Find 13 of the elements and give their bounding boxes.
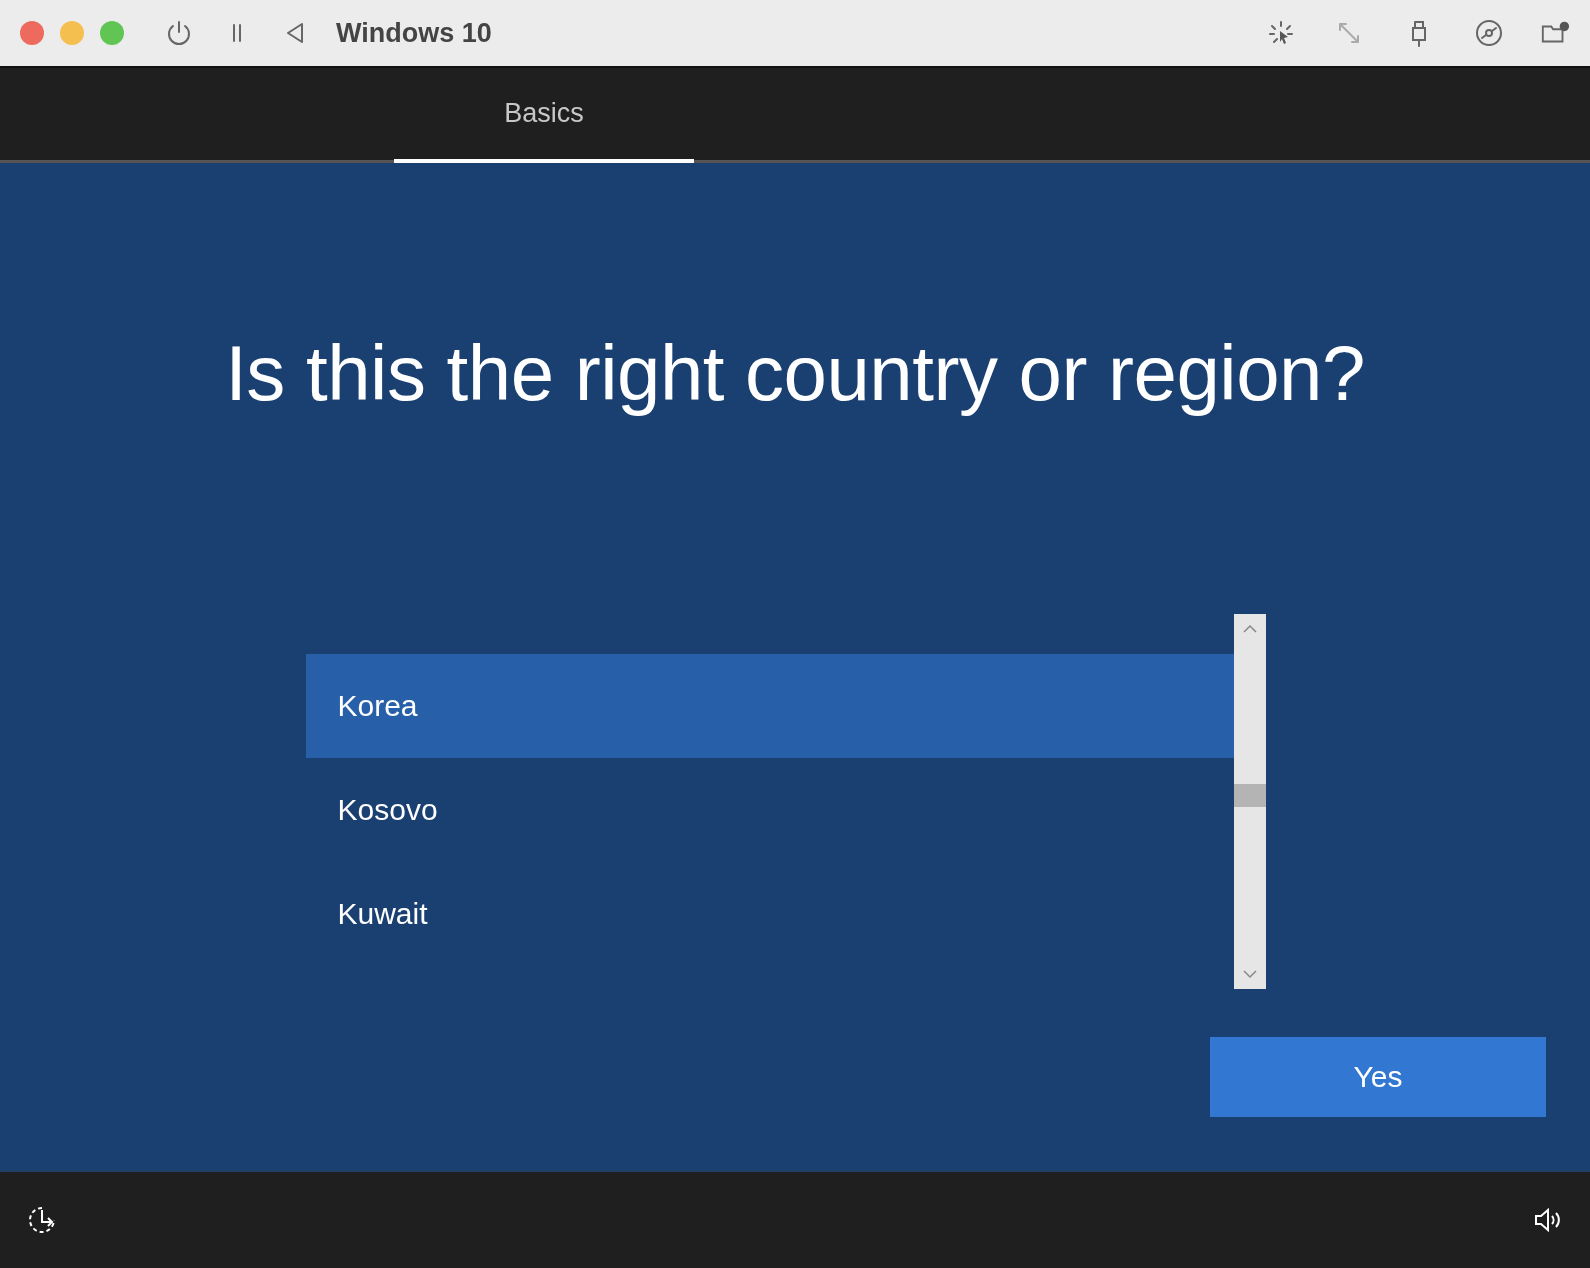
country-list-item[interactable]: Korea bbox=[305, 654, 1234, 758]
country-list-item[interactable]: Kuwait bbox=[305, 862, 1234, 966]
yes-button[interactable]: Yes bbox=[1210, 1037, 1546, 1117]
page-heading: Is this the right country or region? bbox=[225, 328, 1365, 419]
window-title: Windows 10 bbox=[336, 17, 492, 49]
disc-icon[interactable] bbox=[1474, 18, 1504, 48]
scrollbar-thumb[interactable] bbox=[1233, 784, 1266, 807]
scroll-down-icon[interactable] bbox=[1241, 969, 1258, 979]
scroll-up-icon[interactable] bbox=[1241, 624, 1258, 634]
close-window-button[interactable] bbox=[20, 21, 44, 45]
country-list-item[interactable]: Kosovo bbox=[305, 758, 1234, 862]
tab[interactable]: Basics bbox=[394, 68, 694, 163]
scrollbar[interactable] bbox=[1233, 614, 1266, 989]
